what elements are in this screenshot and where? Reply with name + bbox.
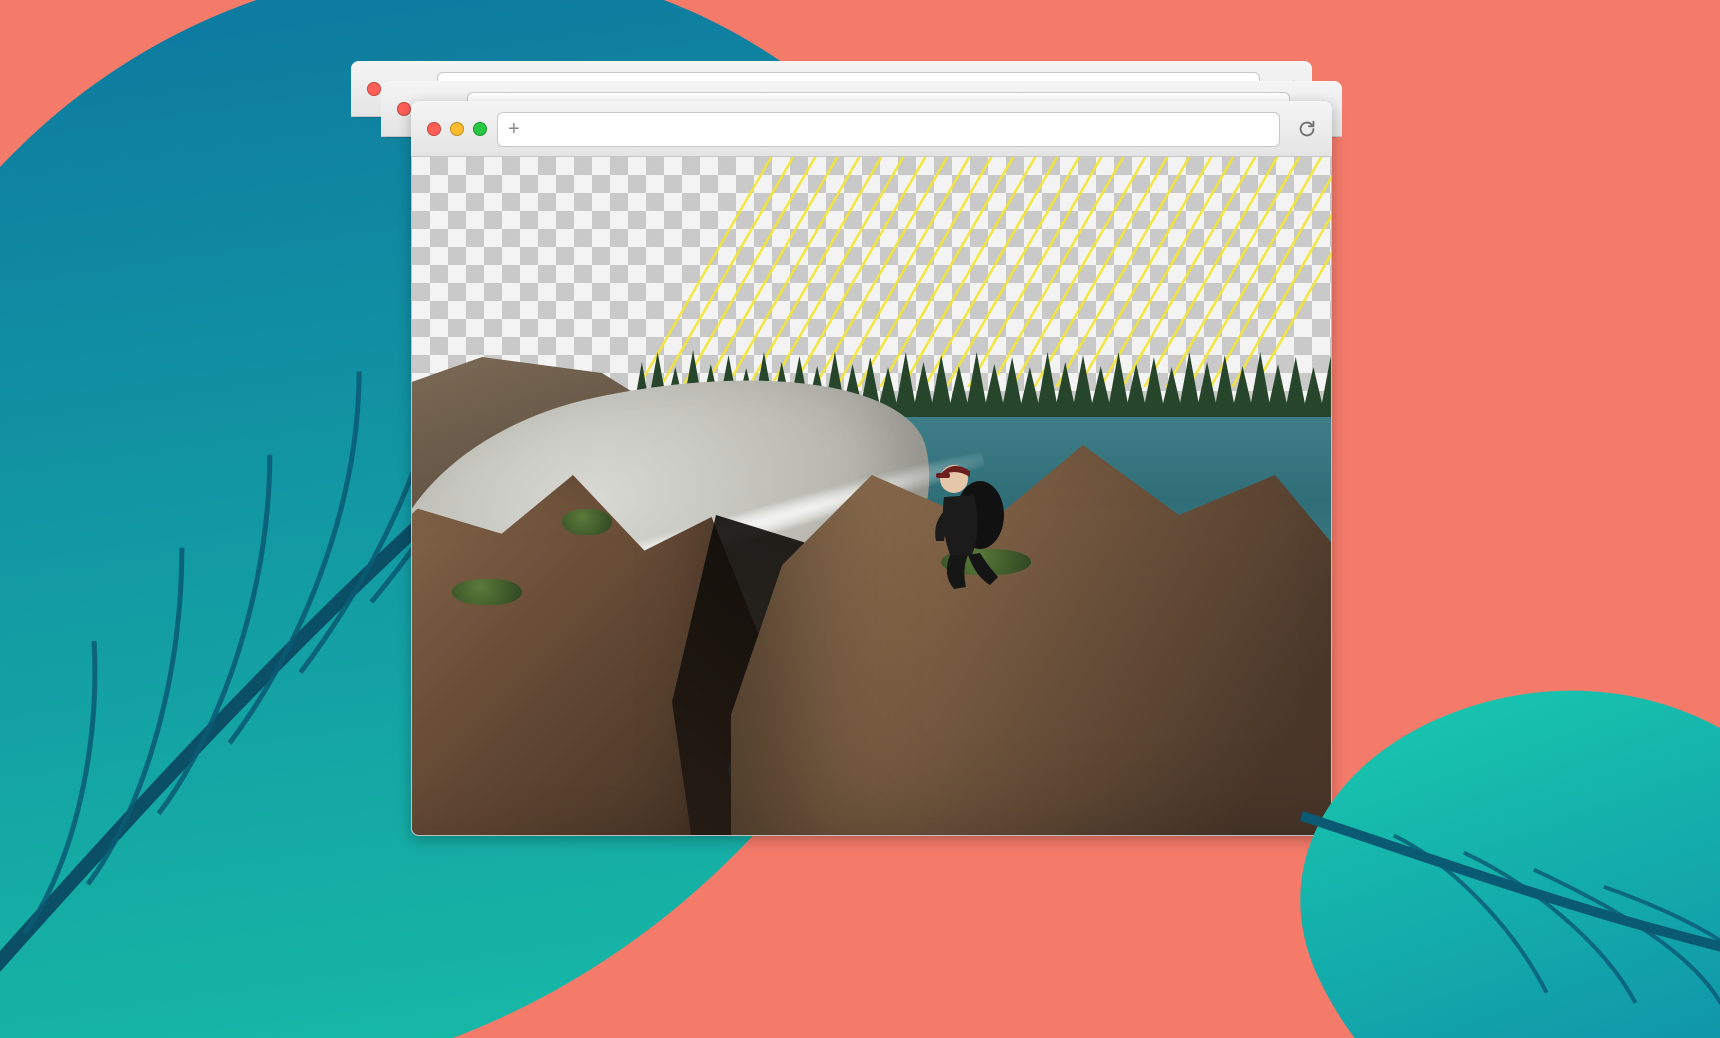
- canvas: + +: [0, 0, 1720, 1038]
- titlebar: +: [411, 101, 1332, 157]
- person-with-backpack: [902, 437, 1022, 597]
- moss-patch: [452, 579, 522, 605]
- address-bar[interactable]: +: [497, 112, 1280, 147]
- minimize-icon[interactable]: [450, 122, 464, 136]
- close-icon[interactable]: [367, 82, 381, 96]
- close-icon[interactable]: [427, 122, 441, 136]
- zoom-icon[interactable]: [473, 122, 487, 136]
- moss-patch: [562, 509, 612, 535]
- reload-icon[interactable]: [1296, 118, 1318, 140]
- close-icon[interactable]: [397, 102, 411, 116]
- plus-icon[interactable]: +: [508, 118, 520, 141]
- window-controls: [427, 122, 487, 136]
- viewport: [412, 157, 1331, 835]
- browser-window-front: +: [411, 101, 1332, 836]
